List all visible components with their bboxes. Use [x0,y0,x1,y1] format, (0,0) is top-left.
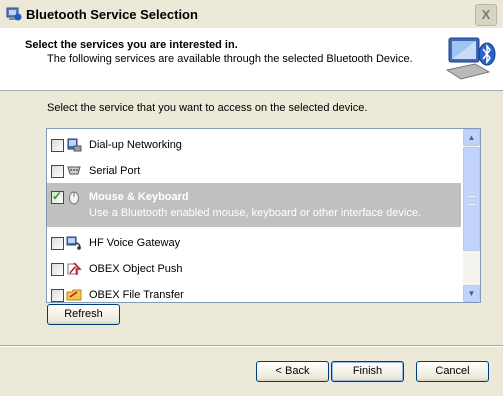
voice-gateway-icon [66,236,81,250]
window-title: Bluetooth Service Selection [26,7,198,22]
service-label: Mouse & Keyboard [89,191,189,203]
title-bar: Bluetooth Service Selection X [0,0,503,29]
service-checkbox[interactable] [51,263,64,276]
bluetooth-app-icon [6,7,22,21]
refresh-button[interactable]: Refresh [47,304,120,325]
service-label: OBEX Object Push [89,263,183,275]
header-title: Select the services you are interested i… [25,39,238,51]
service-list-scrollbar[interactable]: ▲ ▼ [463,129,480,302]
service-item-mouse-keyboard[interactable]: Mouse & Keyboard Use a Bluetooth enabled… [47,183,461,227]
back-button[interactable]: < Back [256,361,329,382]
service-item-obex-object-push[interactable]: OBEX Object Push [47,255,461,281]
close-button[interactable]: X [475,4,497,26]
dialup-modem-icon [67,138,82,152]
service-checkbox-checked[interactable] [51,189,64,204]
header-subtitle: The following services are available thr… [47,53,413,65]
service-checkbox[interactable] [51,139,64,152]
service-instruction: Select the service that you want to acce… [47,102,368,114]
file-transfer-icon [66,289,82,301]
service-description: Use a Bluetooth enabled mouse, keyboard … [89,207,422,219]
service-checkbox[interactable] [51,165,64,178]
cancel-button[interactable]: Cancel [416,361,489,382]
service-item-serial-port[interactable]: Serial Port [47,157,461,183]
scroll-thumb[interactable] [463,147,480,251]
service-label: HF Voice Gateway [89,237,181,249]
service-label: Dial-up Networking [89,139,182,151]
service-item-hf-voice-gateway[interactable]: HF Voice Gateway [47,229,461,255]
service-list[interactable]: Dial-up Networking Serial Port Mouse & K… [46,128,481,303]
wizard-header: Select the services you are interested i… [0,28,503,91]
service-label: OBEX File Transfer [89,289,184,301]
scroll-up-button[interactable]: ▲ [463,129,480,146]
service-label: Serial Port [89,165,141,177]
service-checkbox[interactable] [51,289,64,302]
object-push-icon [67,262,82,275]
service-checkbox[interactable] [51,237,64,250]
mouse-icon [69,191,79,205]
service-item-dialup-networking[interactable]: Dial-up Networking [47,131,461,157]
scroll-down-button[interactable]: ▼ [463,285,480,302]
scroll-grip [468,196,475,205]
service-item-obex-file-transfer[interactable]: OBEX File Transfer [47,281,461,302]
footer-divider [0,345,503,347]
bluetooth-computer-icon [445,37,496,80]
finish-button[interactable]: Finish [331,361,404,382]
serial-port-icon [67,166,81,175]
